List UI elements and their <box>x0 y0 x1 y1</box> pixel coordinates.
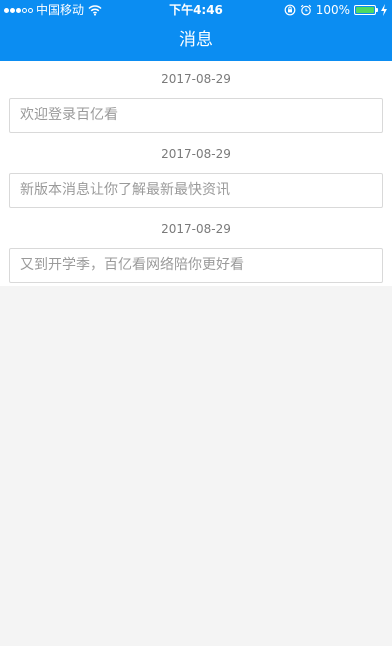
battery-fill <box>356 7 374 13</box>
message-date: 2017-08-29 <box>161 147 231 161</box>
charging-bolt-icon <box>381 4 387 16</box>
status-bar: 中国移动 下午4:46 100% <box>0 0 392 20</box>
page-title: 消息 <box>179 30 213 50</box>
message-item: 2017-08-29 欢迎登录百亿看 <box>0 61 392 133</box>
app-screen: 中国移动 下午4:46 100% 消息 2017-08-29 欢迎登录百亿看 2… <box>0 0 392 646</box>
message-list: 2017-08-29 欢迎登录百亿看 2017-08-29 新版本消息让你了解最… <box>0 61 392 286</box>
message-card[interactable]: 欢迎登录百亿看 <box>9 98 383 133</box>
header: 中国移动 下午4:46 100% 消息 <box>0 0 392 61</box>
message-date: 2017-08-29 <box>161 222 231 236</box>
message-item: 2017-08-29 又到开学季，百亿看网络陪你更好看 <box>0 211 392 283</box>
battery-percentage: 100% <box>315 3 350 17</box>
message-card[interactable]: 新版本消息让你了解最新最快资讯 <box>9 173 383 208</box>
message-date: 2017-08-29 <box>161 72 231 86</box>
orientation-lock-icon <box>284 4 296 16</box>
alarm-icon <box>300 4 311 16</box>
message-item: 2017-08-29 新版本消息让你了解最新最快资讯 <box>0 136 392 208</box>
message-card[interactable]: 又到开学季，百亿看网络陪你更好看 <box>9 248 383 283</box>
status-bar-right: 100% <box>284 3 388 17</box>
battery-icon <box>354 5 378 15</box>
navigation-bar: 消息 <box>0 20 392 61</box>
